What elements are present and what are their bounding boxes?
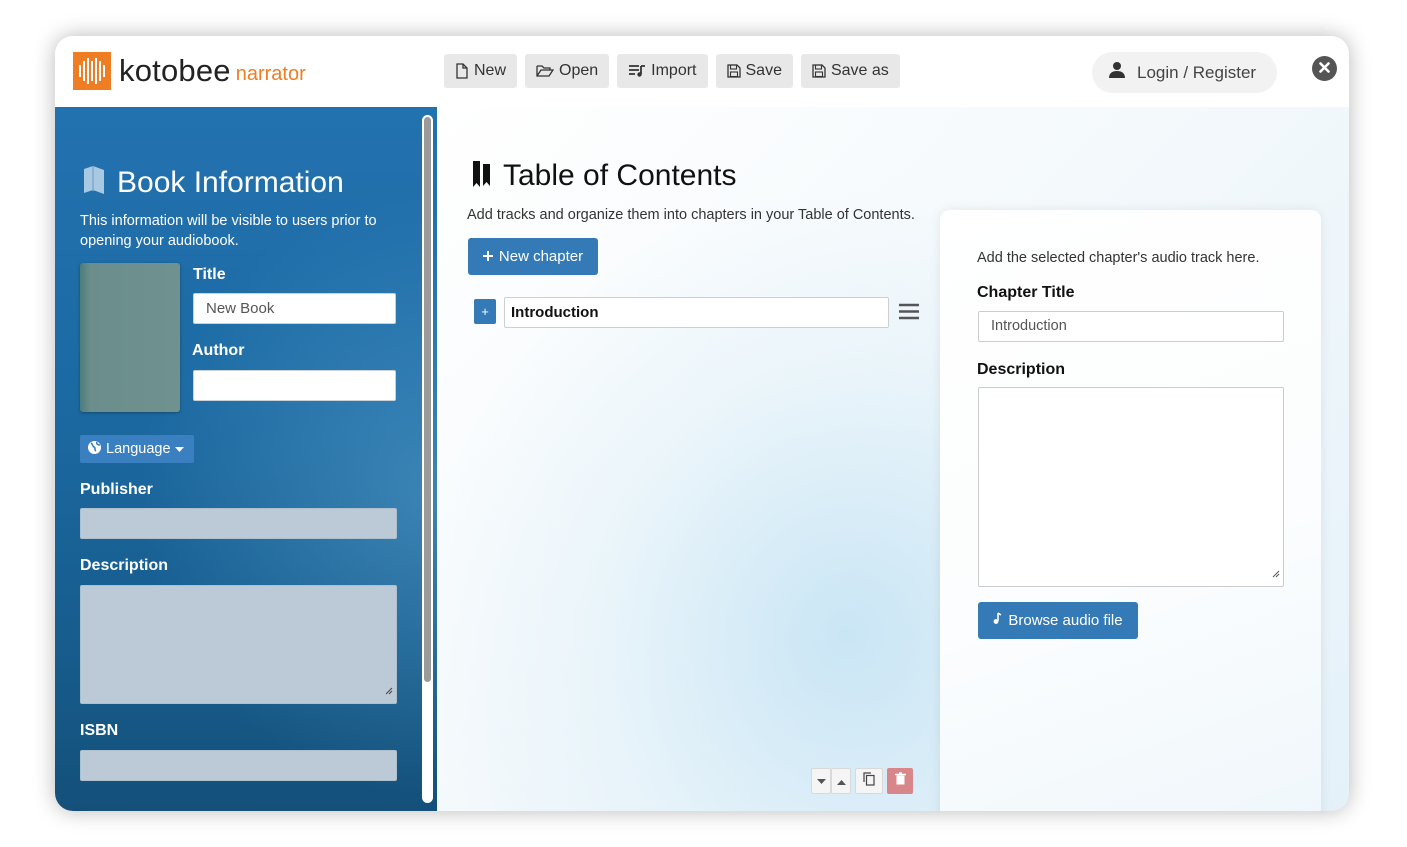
save-button[interactable]: Save <box>715 54 793 88</box>
browse-audio-label: Browse audio file <box>1008 612 1123 629</box>
file-icon <box>455 63 469 79</box>
book-description-textarea[interactable] <box>80 585 397 704</box>
logo: kotobee narrator <box>73 52 306 90</box>
close-button[interactable] <box>1312 56 1337 81</box>
save-as-button[interactable]: Save as <box>800 54 900 88</box>
description-label: Description <box>80 557 169 574</box>
logo-subtext: narrator <box>235 62 306 85</box>
toc-heading: Table of Contents <box>471 159 736 193</box>
resize-grip-icon[interactable] <box>1271 565 1280 583</box>
add-track-button[interactable]: + <box>474 299 496 324</box>
chapter-tools <box>811 768 913 794</box>
publisher-label: Publisher <box>80 481 153 498</box>
login-register-button[interactable]: Login / Register <box>1092 52 1277 93</box>
logo-mark-icon <box>73 52 111 90</box>
save-as-button-label: Save as <box>830 62 889 79</box>
copy-icon <box>863 771 875 791</box>
move-down-button[interactable] <box>811 768 831 794</box>
new-button-label: New <box>474 62 507 79</box>
isbn-input[interactable] <box>80 750 397 781</box>
book-information-description: This information will be visible to user… <box>80 213 377 249</box>
author-input[interactable] <box>193 370 396 401</box>
title-label: Title <box>193 266 226 283</box>
author-label: Author <box>192 342 245 359</box>
globe-icon <box>87 440 102 459</box>
save-button-label: Save <box>745 62 782 79</box>
book-information-heading: Book Information <box>82 165 344 200</box>
drag-handle-icon[interactable] <box>899 303 919 325</box>
new-chapter-button[interactable]: New chapter <box>468 238 598 275</box>
toolbar: New Open Import Save Save as <box>444 54 900 88</box>
new-chapter-label: New chapter <box>498 248 584 265</box>
toc-description: Add tracks and organize them into chapte… <box>467 207 915 223</box>
delete-button[interactable] <box>887 768 913 794</box>
chapter-description-textarea[interactable] <box>978 387 1284 587</box>
table-of-contents-panel: Table of Contents Add tracks and organiz… <box>437 107 1349 811</box>
import-button[interactable]: Import <box>617 54 708 88</box>
caret-down-icon <box>816 772 826 790</box>
title-input[interactable]: New Book <box>193 293 396 324</box>
logo-text: kotobee <box>119 53 231 88</box>
playlist-icon <box>628 64 646 78</box>
caret-down-icon <box>174 441 184 457</box>
caret-up-icon <box>836 772 846 790</box>
chapter-details-card: Add the selected chapter's audio track h… <box>940 210 1321 811</box>
chapter-description-label: Description <box>977 361 1066 378</box>
plus-icon <box>482 248 493 265</box>
close-icon <box>1319 60 1330 78</box>
toc-title: Table of Contents <box>503 159 737 192</box>
music-note-icon <box>993 612 1002 629</box>
login-register-label: Login / Register <box>1137 62 1257 82</box>
app-window: kotobee narrator New Open Import Save Sa… <box>55 36 1349 811</box>
duplicate-button[interactable] <box>855 768 883 794</box>
language-label: Language <box>106 441 171 457</box>
bookmark-icon <box>471 160 493 193</box>
language-dropdown[interactable]: Language <box>80 435 194 463</box>
import-button-label: Import <box>651 62 697 79</box>
move-up-button[interactable] <box>831 768 851 794</box>
folder-open-icon <box>536 64 555 78</box>
book-information-panel: Book Information This information will b… <box>55 107 437 811</box>
open-button-label: Open <box>559 62 599 79</box>
chapter-hint: Add the selected chapter's audio track h… <box>977 250 1260 266</box>
chapter-title-input[interactable]: Introduction <box>504 297 889 328</box>
header: kotobee narrator New Open Import Save Sa… <box>55 36 1349 107</box>
scrollbar-thumb[interactable] <box>424 117 431 682</box>
chapter-title-label: Chapter Title <box>977 284 1075 301</box>
book-icon <box>82 165 106 200</box>
book-information-title: Book Information <box>117 165 344 199</box>
trash-icon <box>894 772 906 790</box>
browse-audio-button[interactable]: Browse audio file <box>978 602 1138 639</box>
open-button[interactable]: Open <box>525 54 610 88</box>
publisher-input[interactable] <box>80 508 397 539</box>
user-icon <box>1108 61 1126 84</box>
floppy-icon <box>812 64 826 78</box>
new-button[interactable]: New <box>444 54 518 88</box>
isbn-label: ISBN <box>80 722 119 739</box>
book-cover-image[interactable] <box>80 263 180 412</box>
resize-grip-icon[interactable] <box>384 682 393 700</box>
floppy-icon <box>726 64 741 78</box>
chapter-title-field[interactable]: Introduction <box>978 311 1284 342</box>
